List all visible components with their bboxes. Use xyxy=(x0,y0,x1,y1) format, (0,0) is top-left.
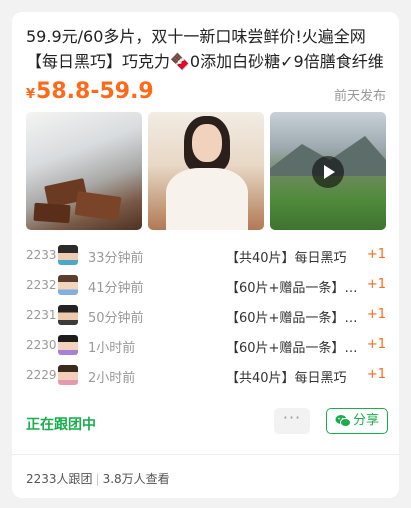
list-item[interactable]: 2230 1小时前 【60片+赠品一条】每日黑巧 +1 xyxy=(26,330,386,360)
divider xyxy=(12,454,399,455)
model-photo[interactable] xyxy=(148,112,264,230)
group-buy-card[interactable]: 59.9元/60多片，双十一新口味尝鲜价!火遍全网【每日黑巧】巧克力🍫0添加白砂… xyxy=(12,12,399,498)
price-currency: ¥ xyxy=(26,87,36,102)
order-time: 50分钟前 xyxy=(88,311,144,326)
order-item: 【60片+赠品一条】每日黑巧 xyxy=(226,341,362,356)
action-row: 正在跟团中 ··· 分享 xyxy=(26,408,388,436)
order-number: 2230 xyxy=(26,338,57,352)
views-count: 3.8万人查看 xyxy=(102,472,170,486)
order-count: +1 xyxy=(366,247,386,262)
price-row: ¥58.8-59.9 前天发布 xyxy=(26,78,386,108)
order-item: 【共40片】每日黑巧 xyxy=(226,371,347,386)
list-item[interactable]: 2231 50分钟前 【60片+赠品一条】每日黑巧 +1 xyxy=(26,300,386,330)
order-time: 33分钟前 xyxy=(88,251,144,266)
avatar xyxy=(58,275,78,295)
price-range: 58.8-59.9 xyxy=(36,79,154,104)
media-gallery xyxy=(26,112,386,230)
order-item: 【60片+赠品一条】每日黑巧 xyxy=(226,281,362,296)
list-item[interactable]: 2229 2小时前 【共40片】每日黑巧 +1 xyxy=(26,360,386,390)
more-button[interactable]: ··· xyxy=(274,408,310,434)
order-item: 【共40片】每日黑巧 xyxy=(226,251,347,266)
price: ¥58.8-59.9 xyxy=(26,79,154,104)
list-item[interactable]: 2233 33分钟前 【共40片】每日黑巧 +1 xyxy=(26,240,386,270)
landscape-video[interactable] xyxy=(270,112,386,230)
order-number: 2232 xyxy=(26,278,57,292)
avatar xyxy=(58,305,78,325)
order-time: 1小时前 xyxy=(88,341,136,356)
order-count: +1 xyxy=(366,337,386,352)
order-count: +1 xyxy=(366,277,386,292)
order-item: 【60片+赠品一条】每日黑巧 xyxy=(226,311,362,326)
order-count: +1 xyxy=(366,307,386,322)
order-number: 2229 xyxy=(26,368,57,382)
status-label: 正在跟团中 xyxy=(26,417,96,433)
wechat-icon xyxy=(335,413,351,427)
order-list: 2233 33分钟前 【共40片】每日黑巧 +1 2232 41分钟前 【60片… xyxy=(26,240,386,390)
list-item[interactable]: 2232 41分钟前 【60片+赠品一条】每日黑巧 +1 xyxy=(26,270,386,300)
stats-separator: | xyxy=(95,472,100,486)
order-count: +1 xyxy=(366,367,386,382)
avatar xyxy=(58,335,78,355)
order-number: 2233 xyxy=(26,248,57,262)
avatar xyxy=(58,245,78,265)
order-time: 41分钟前 xyxy=(88,281,144,296)
play-icon[interactable] xyxy=(312,156,344,188)
posted-time: 前天发布 xyxy=(333,89,386,104)
avatar xyxy=(58,365,78,385)
order-time: 2小时前 xyxy=(88,371,136,386)
post-title[interactable]: 59.9元/60多片，双十一新口味尝鲜价!火遍全网【每日黑巧】巧克力🍫0添加白砂… xyxy=(26,24,388,74)
share-label: 分享 xyxy=(352,413,379,428)
chocolate-photo[interactable] xyxy=(26,112,142,230)
order-number: 2231 xyxy=(26,308,57,322)
share-button[interactable]: 分享 xyxy=(326,408,388,434)
participants-count: 2233人跟团 xyxy=(26,472,93,486)
stats-line: 2233人跟团 | 3.8万人查看 xyxy=(26,470,170,487)
